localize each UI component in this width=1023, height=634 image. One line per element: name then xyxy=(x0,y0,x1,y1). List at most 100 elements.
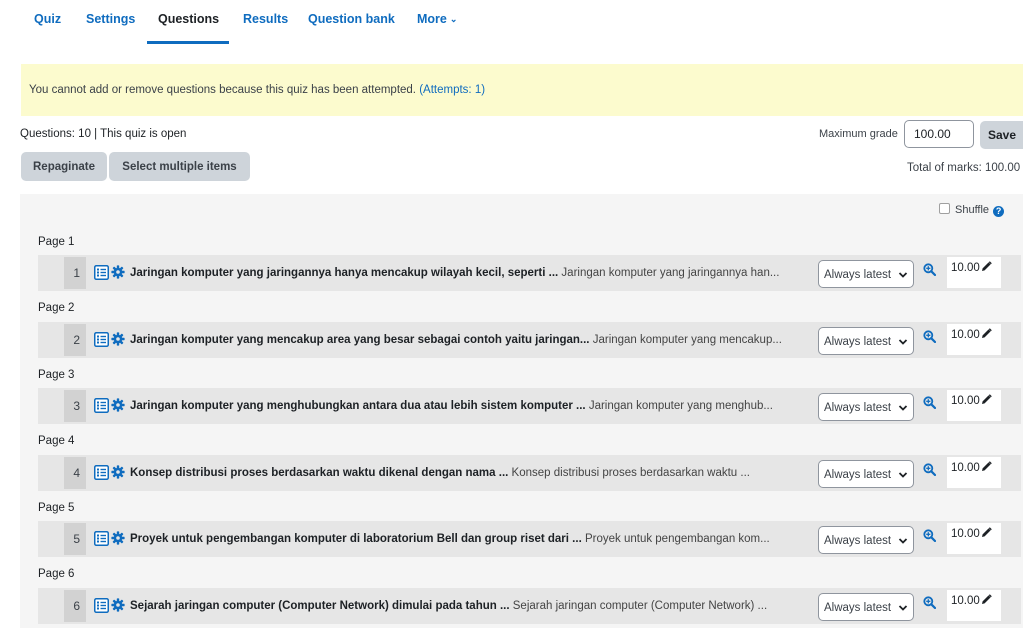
question-title[interactable]: Konsep distribusi proses berdasarkan wak… xyxy=(130,467,508,479)
secondary-navigation: Quiz Settings Questions Results Question… xyxy=(0,0,1023,46)
gear-icon[interactable] xyxy=(111,598,125,615)
gear-icon[interactable] xyxy=(111,332,125,349)
mark-value: 10.00 xyxy=(951,595,980,607)
maximum-grade-input[interactable] xyxy=(904,120,974,148)
chevron-down-icon xyxy=(898,527,908,567)
question-mark: 10.00 xyxy=(947,523,1001,554)
save-button[interactable]: Save xyxy=(980,121,1023,149)
zoom-in-icon[interactable] xyxy=(923,330,937,346)
question-number: 4 xyxy=(64,457,86,489)
question-number: 6 xyxy=(64,590,86,622)
pencil-icon[interactable] xyxy=(981,527,992,541)
question-preview-text: Jaringan komputer yang menghub... xyxy=(588,400,773,412)
question-mark: 10.00 xyxy=(947,457,1001,488)
shuffle-label: Shuffle xyxy=(955,204,990,216)
gear-icon[interactable] xyxy=(111,398,125,415)
question-mark: 10.00 xyxy=(947,590,1001,621)
question-number: 5 xyxy=(64,523,86,555)
active-tab-indicator xyxy=(147,41,229,44)
question-title[interactable]: Jaringan komputer yang jaringannya hanya… xyxy=(130,267,558,279)
page-label: Page 2 xyxy=(38,302,75,314)
chevron-down-icon xyxy=(898,394,908,434)
question-title[interactable]: Jaringan komputer yang menghubungkan ant… xyxy=(130,400,586,412)
question-title[interactable]: Proyek untuk pengembangan komputer di la… xyxy=(130,533,582,545)
notice-message: You cannot add or remove questions becau… xyxy=(29,84,417,96)
question-row: 5 Proyek untuk pengembangan komputer di … xyxy=(38,521,1021,557)
multichoice-list-icon xyxy=(94,531,109,549)
version-select-value: Always latest xyxy=(824,269,892,281)
zoom-in-icon[interactable] xyxy=(923,529,937,545)
question-title[interactable]: Jaringan komputer yang mencakup area yan… xyxy=(130,334,590,346)
repaginate-button[interactable]: Repaginate xyxy=(21,152,107,181)
question-mark: 10.00 xyxy=(947,390,1001,421)
page-label: Page 4 xyxy=(38,435,75,447)
version-select[interactable]: Always latest xyxy=(818,327,914,355)
multichoice-list-icon xyxy=(94,332,109,350)
mark-value: 10.00 xyxy=(951,262,980,274)
shuffle-control: Shuffle? xyxy=(939,203,1005,217)
chevron-down-icon xyxy=(898,594,908,634)
question-number: 3 xyxy=(64,390,86,422)
question-mark: 10.00 xyxy=(947,324,1001,355)
maximum-grade-label: Maximum grade xyxy=(819,128,898,140)
question-text: Jaringan komputer yang jaringannya hanya… xyxy=(130,267,813,279)
tab-more-label: More xyxy=(417,12,447,26)
mark-value: 10.00 xyxy=(951,395,980,407)
version-select[interactable]: Always latest xyxy=(818,393,914,421)
version-select-value: Always latest xyxy=(824,469,892,481)
tab-quiz[interactable]: Quiz xyxy=(34,12,61,26)
multichoice-list-icon xyxy=(94,598,109,616)
zoom-in-icon[interactable] xyxy=(923,463,937,479)
gear-icon[interactable] xyxy=(111,265,125,282)
attempted-notice: You cannot add or remove questions becau… xyxy=(21,64,1023,116)
version-select[interactable]: Always latest xyxy=(818,526,914,554)
question-row: 1 Jaringan komputer yang jaringannya han… xyxy=(38,255,1021,291)
gear-icon[interactable] xyxy=(111,531,125,548)
zoom-in-icon[interactable] xyxy=(923,263,937,279)
page-label: Page 5 xyxy=(38,502,75,514)
question-text: Sejarah jaringan computer (Computer Netw… xyxy=(130,600,813,612)
tab-results[interactable]: Results xyxy=(243,12,288,26)
mark-value: 10.00 xyxy=(951,462,980,474)
select-multiple-items-button[interactable]: Select multiple items xyxy=(109,152,250,181)
question-preview-text: Jaringan komputer yang mencakup... xyxy=(592,334,782,346)
tab-questions[interactable]: Questions xyxy=(158,12,219,26)
mark-value: 10.00 xyxy=(951,528,980,540)
tab-question-bank[interactable]: Question bank xyxy=(308,12,395,26)
quiz-info: Questions: 10 | This quiz is open xyxy=(20,128,187,140)
question-text: Jaringan komputer yang mencakup area yan… xyxy=(130,334,813,346)
question-title[interactable]: Sejarah jaringan computer (Computer Netw… xyxy=(130,600,510,612)
chevron-down-icon xyxy=(898,461,908,501)
help-icon[interactable]: ? xyxy=(993,206,1005,217)
gear-icon[interactable] xyxy=(111,465,125,482)
question-row: 3 Jaringan komputer yang menghubungkan a… xyxy=(38,388,1021,424)
attempts-link[interactable]: (Attempts: 1) xyxy=(419,84,485,96)
pencil-icon[interactable] xyxy=(981,261,992,275)
pencil-icon[interactable] xyxy=(981,594,992,608)
shuffle-checkbox[interactable] xyxy=(939,203,950,214)
version-select-value: Always latest xyxy=(824,402,892,414)
question-text: Proyek untuk pengembangan komputer di la… xyxy=(130,533,813,545)
version-select[interactable]: Always latest xyxy=(818,593,914,621)
tab-settings[interactable]: Settings xyxy=(86,12,135,26)
version-select-value: Always latest xyxy=(824,602,892,614)
pencil-icon[interactable] xyxy=(981,394,992,408)
question-row: 4 Konsep distribusi proses berdasarkan w… xyxy=(38,455,1021,491)
pencil-icon[interactable] xyxy=(981,328,992,342)
version-select-value: Always latest xyxy=(824,535,892,547)
pencil-icon[interactable] xyxy=(981,461,992,475)
multichoice-list-icon xyxy=(94,398,109,416)
page-label: Page 6 xyxy=(38,568,75,580)
question-preview-text: Konsep distribusi proses berdasarkan wak… xyxy=(511,467,750,479)
version-select[interactable]: Always latest xyxy=(818,260,914,288)
question-number: 2 xyxy=(64,324,86,356)
tab-more[interactable]: More ⌄ xyxy=(417,12,457,26)
question-row: 6 Sejarah jaringan computer (Computer Ne… xyxy=(38,588,1021,624)
zoom-in-icon[interactable] xyxy=(923,396,937,412)
version-select[interactable]: Always latest xyxy=(818,460,914,488)
mark-value: 10.00 xyxy=(951,329,980,341)
zoom-in-icon[interactable] xyxy=(923,596,937,612)
chevron-down-icon xyxy=(898,328,908,368)
multichoice-list-icon xyxy=(94,265,109,283)
question-mark: 10.00 xyxy=(947,257,1001,288)
